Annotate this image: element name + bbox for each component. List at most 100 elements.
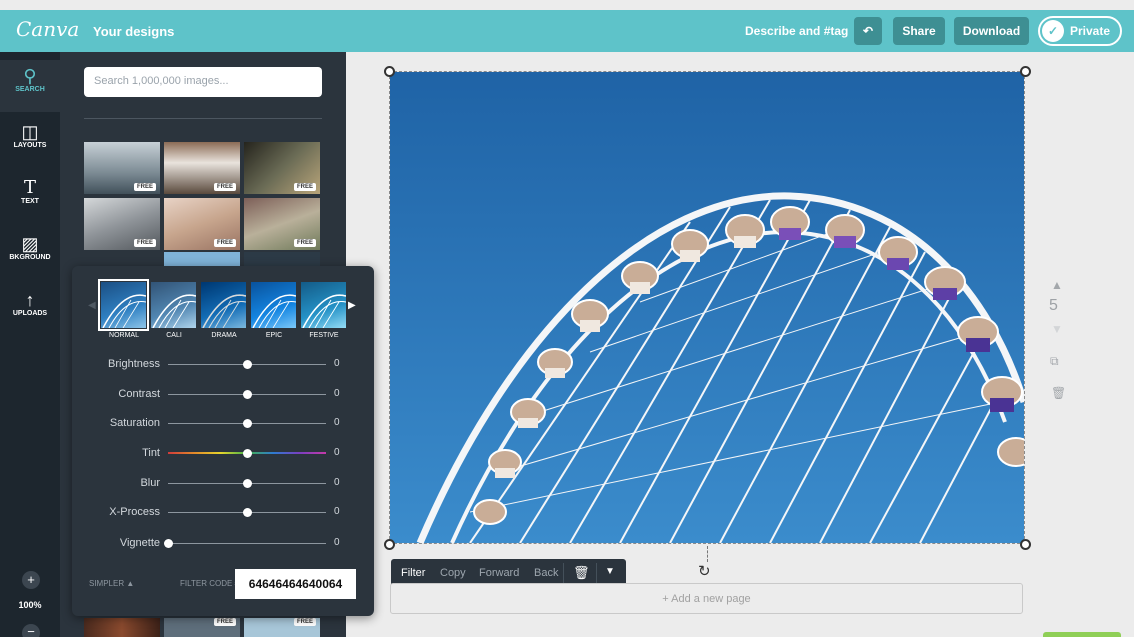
preset-label: DRAMA (211, 332, 237, 339)
move-down-icon[interactable]: ▼ (1051, 322, 1063, 336)
resize-handle-bottom-right[interactable] (1020, 539, 1031, 550)
private-label: Private (1070, 24, 1111, 38)
image-thumbnail[interactable]: FREE (164, 618, 240, 637)
image-thumbnail[interactable] (244, 252, 320, 266)
image-thumbnail[interactable] (164, 252, 240, 266)
preset-label: CALI (166, 332, 182, 339)
text-icon: T (23, 177, 36, 198)
ferris-wheel-icon (102, 294, 146, 328)
resize-handle-top-right[interactable] (1020, 66, 1031, 77)
panel-divider (84, 118, 322, 119)
free-badge: FREE (213, 618, 236, 626)
simpler-toggle[interactable]: SIMPLER ▲ (89, 579, 134, 588)
slider-knob[interactable] (243, 390, 252, 399)
slider-x-process[interactable]: X-Process 0 (72, 505, 374, 521)
preset-label: NORMAL (109, 332, 139, 339)
move-up-icon[interactable]: ▲ (1051, 278, 1063, 292)
image-thumbnail[interactable]: FREE (84, 142, 160, 194)
free-badge: FREE (133, 239, 156, 247)
search-icon: ⚲ (23, 66, 37, 86)
ferris-wheel-photo[interactable] (390, 72, 1024, 543)
slider-knob[interactable] (243, 479, 252, 488)
preset-label: FESTIVE (309, 332, 339, 339)
preset-festive[interactable] (301, 282, 346, 328)
preset-label: EPIC (265, 332, 283, 339)
chevron-right-icon[interactable]: ▶ (348, 300, 356, 311)
slider-label: Vignette (119, 537, 160, 549)
ferris-wheel-image (390, 72, 1024, 543)
your-designs-link[interactable]: Your designs (93, 24, 174, 39)
free-badge: FREE (293, 183, 316, 191)
forward-button[interactable]: Forward (479, 567, 519, 579)
rail-item-search[interactable]: ⚲ SEARCH (0, 60, 60, 112)
ferris-wheel-icon (252, 294, 296, 328)
slider-knob[interactable] (243, 449, 252, 458)
image-thumbnail[interactable]: FREE (164, 198, 240, 250)
chevron-left-icon[interactable]: ◀ (88, 300, 96, 311)
slider-blur[interactable]: Blur 0 (72, 476, 374, 492)
slider-label: X-Process (109, 506, 160, 518)
slider-knob[interactable] (164, 539, 173, 548)
back-button[interactable]: Back (534, 567, 558, 579)
slider-value: 0 (334, 537, 340, 548)
slider-knob[interactable] (243, 419, 252, 428)
free-badge: FREE (133, 183, 156, 191)
slider-tint[interactable]: Tint 0 (72, 446, 374, 462)
image-thumbnail[interactable]: FREE (164, 142, 240, 194)
preset-epic[interactable] (251, 282, 296, 328)
copy-page-icon[interactable]: ⧉ (1050, 354, 1059, 369)
slider-value: 0 (334, 388, 340, 399)
ferris-wheel-icon (302, 294, 346, 328)
rail-label: SEARCH (15, 86, 45, 93)
slider-knob[interactable] (243, 508, 252, 517)
image-thumbnail[interactable]: FREE (244, 142, 320, 194)
slider-vignette[interactable]: Vignette 0 (72, 536, 374, 552)
filter-button[interactable]: Filter (401, 567, 425, 579)
background-icon: ▨ (21, 234, 39, 254)
rail-item-text[interactable]: T TEXT (0, 172, 60, 224)
ferris-wheel-icon (202, 294, 246, 328)
slider-label: Tint (142, 447, 160, 459)
rail-item-background[interactable]: ▨ BKGROUND (0, 228, 60, 280)
rail-item-uploads[interactable]: ↑ UPLOADS (0, 284, 60, 336)
slider-contrast[interactable]: Contrast 0 (72, 387, 374, 403)
image-thumbnail[interactable]: FREE (84, 198, 160, 250)
download-button[interactable]: Download (954, 17, 1029, 45)
rail-item-layouts[interactable]: ◫ LAYOUTS (0, 116, 60, 168)
zoom-out-button[interactable]: − (22, 624, 40, 637)
slider-track[interactable] (168, 543, 326, 544)
slider-label: Contrast (118, 388, 160, 400)
image-thumbnail[interactable]: FREE (244, 198, 320, 250)
copy-button[interactable]: Copy (440, 567, 466, 579)
image-search-input[interactable]: Search 1,000,000 images... (84, 67, 322, 97)
describe-and-tag-link[interactable]: Describe and #tag (745, 24, 848, 38)
trash-icon[interactable]: 🗑 (573, 565, 590, 581)
resize-handle-bottom-left[interactable] (384, 539, 395, 550)
filter-panel: ◀ ▶ NORMAL CALI DRAMA EPIC FESTIVE Brigh… (72, 266, 374, 616)
preset-drama[interactable] (201, 282, 246, 328)
undo-button[interactable]: ↶ (854, 17, 882, 45)
slider-label: Blur (140, 477, 160, 489)
delete-page-icon[interactable]: 🗑 (1051, 386, 1066, 400)
slider-brightness[interactable]: Brightness 0 (72, 357, 374, 373)
private-toggle[interactable]: ✓ Private (1038, 16, 1122, 46)
zoom-in-button[interactable]: + (22, 571, 40, 589)
resize-handle-top-left[interactable] (384, 66, 395, 77)
help-button[interactable] (1043, 632, 1121, 637)
image-thumbnail[interactable] (84, 618, 160, 637)
chevron-down-icon[interactable]: ▼ (605, 566, 615, 577)
design-canvas[interactable] (389, 71, 1025, 544)
canva-logo[interactable]: Canva (16, 17, 79, 41)
preset-cali[interactable] (151, 282, 196, 328)
share-button[interactable]: Share (893, 17, 945, 45)
slider-value: 0 (334, 447, 340, 458)
slider-saturation[interactable]: Saturation 0 (72, 416, 374, 432)
toolbar-divider (596, 563, 597, 583)
free-badge: FREE (293, 618, 316, 626)
slider-knob[interactable] (243, 360, 252, 369)
add-new-page-button[interactable]: + Add a new page (390, 583, 1023, 614)
image-thumbnail[interactable]: FREE (244, 618, 320, 637)
rotate-handle-icon[interactable]: ↻ (698, 562, 711, 580)
preset-normal[interactable] (98, 279, 149, 331)
filter-code-field[interactable]: 64646464640064 (235, 569, 356, 599)
